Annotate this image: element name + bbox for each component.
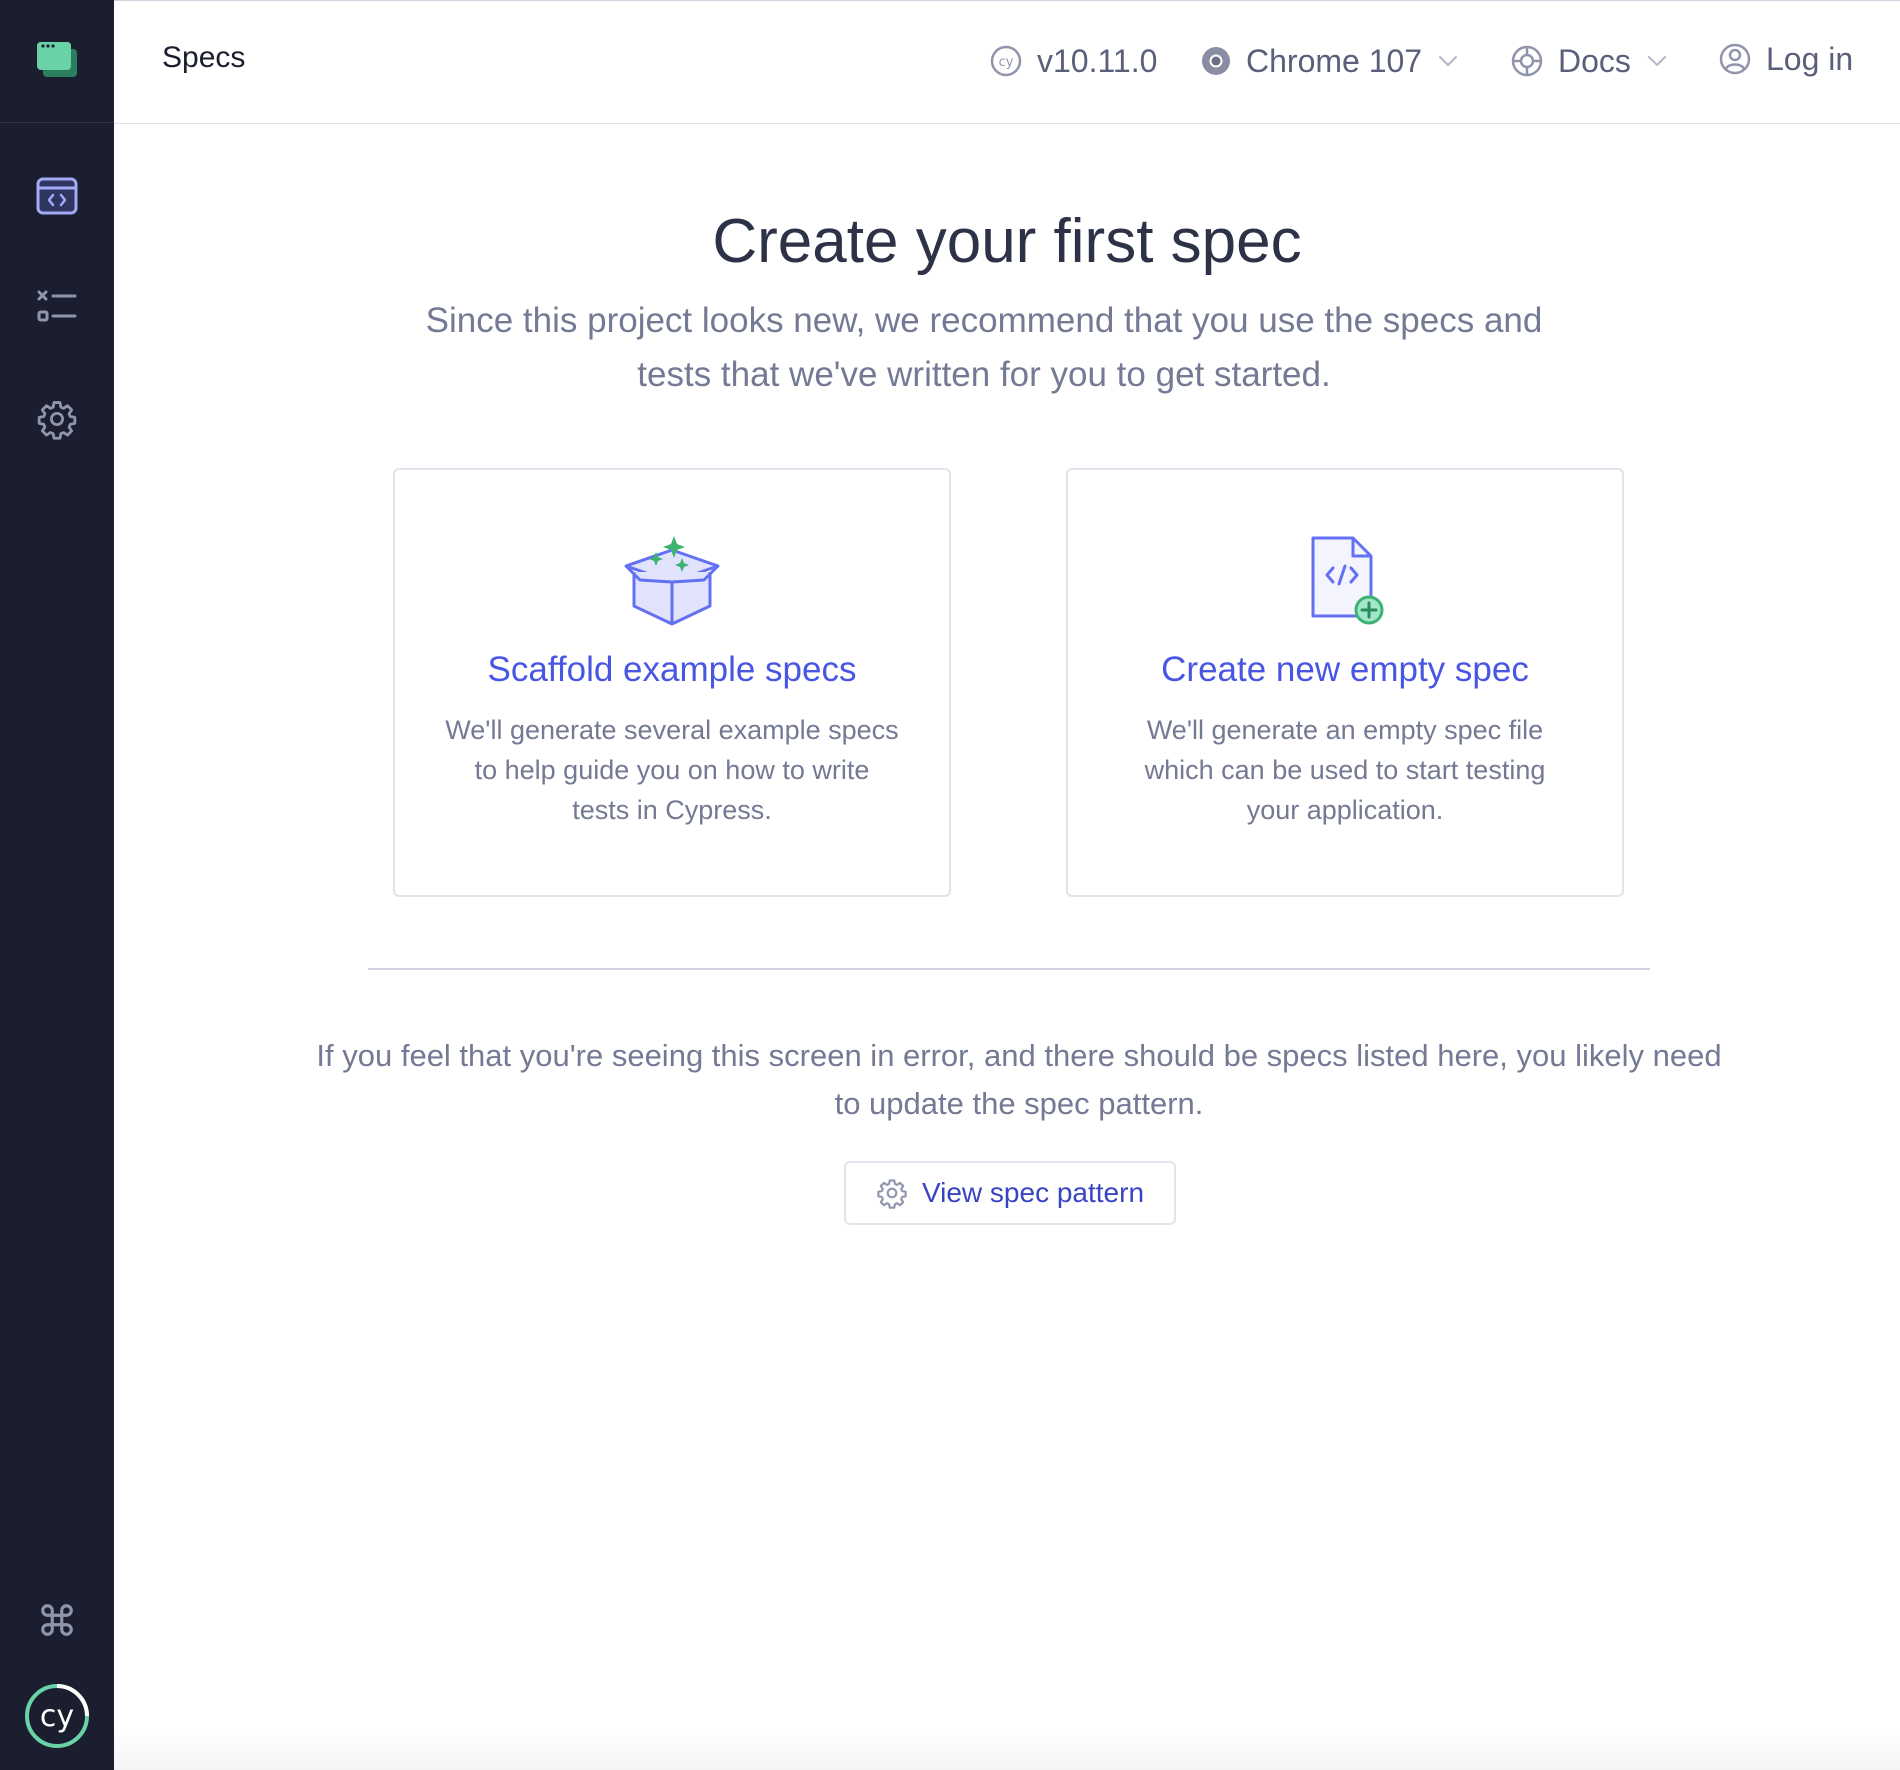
browser-selector[interactable]: Chrome 107 — [1200, 37, 1458, 85]
cypress-version-icon: cy — [989, 44, 1023, 78]
section-divider — [368, 968, 1650, 970]
spec-pattern-error-message: If you feel that you're seeing this scre… — [316, 1038, 1722, 1121]
gear-icon — [876, 1177, 908, 1209]
view-spec-pattern-label: View spec pattern — [921, 1177, 1145, 1208]
user-circle-icon — [1718, 42, 1752, 76]
view-spec-pattern-button[interactable]: View spec pattern — [844, 1161, 1176, 1225]
sidebar-item-runs[interactable] — [17, 268, 97, 348]
keyboard-shortcuts-button[interactable] — [17, 1580, 97, 1660]
main-content: Create your first spec Since this projec… — [114, 123, 1900, 1770]
svg-text:cy: cy — [999, 55, 1014, 70]
docs-menu[interactable]: Docs — [1510, 37, 1667, 85]
browser-label: Chrome 107 — [1246, 42, 1423, 79]
page-subtitle: Since this project looks new, we recomme… — [425, 301, 1543, 394]
lifebuoy-icon — [1510, 44, 1544, 78]
top-header: Specs cy v10.11.0 Chrome 107 Docs Log in — [114, 0, 1900, 124]
sparkle-box-icon — [395, 532, 949, 632]
cypress-logo-icon: cy — [24, 1683, 90, 1749]
project-logo-area — [0, 0, 114, 123]
code-window-icon — [35, 176, 79, 216]
login-label: Log in — [1766, 40, 1854, 77]
svg-text:cy: cy — [40, 1699, 74, 1734]
version-label: v10.11.0 — [1037, 42, 1158, 79]
version-badge[interactable]: cy v10.11.0 — [989, 37, 1157, 85]
login-button[interactable]: Log in — [1718, 35, 1853, 83]
create-empty-spec-card[interactable]: Create new empty spec We'll generate an … — [1066, 468, 1624, 897]
sidebar: cy — [0, 0, 114, 1770]
scaffold-card-title: Scaffold example specs — [487, 650, 857, 689]
scaffold-card-description: We'll generate several example specs to … — [445, 715, 899, 825]
chevron-down-icon — [1647, 55, 1667, 67]
cypress-logo-button[interactable]: cy — [17, 1676, 97, 1756]
page-title: Create your first spec — [712, 207, 1302, 276]
sidebar-item-settings[interactable] — [17, 379, 97, 459]
new-code-file-icon — [1068, 532, 1622, 632]
app-root: cy Specs cy v10.11.0 Chrome 107 Docs Log… — [0, 0, 1900, 1770]
empty-spec-card-description: We'll generate an empty spec file which … — [1144, 715, 1546, 825]
scaffold-example-specs-card[interactable]: Scaffold example specs We'll generate se… — [393, 468, 951, 897]
chevron-down-icon — [1438, 55, 1458, 67]
app-window-icon[interactable] — [17, 20, 97, 100]
docs-label: Docs — [1558, 42, 1631, 79]
command-key-icon — [38, 1601, 76, 1639]
bottom-edge — [114, 1730, 1900, 1770]
chrome-icon — [1200, 45, 1232, 77]
test-list-icon — [36, 289, 78, 327]
empty-spec-card-title: Create new empty spec — [1161, 650, 1529, 689]
sidebar-item-specs[interactable] — [17, 156, 97, 236]
gear-icon — [36, 398, 78, 440]
page-header-title: Specs — [162, 41, 246, 74]
